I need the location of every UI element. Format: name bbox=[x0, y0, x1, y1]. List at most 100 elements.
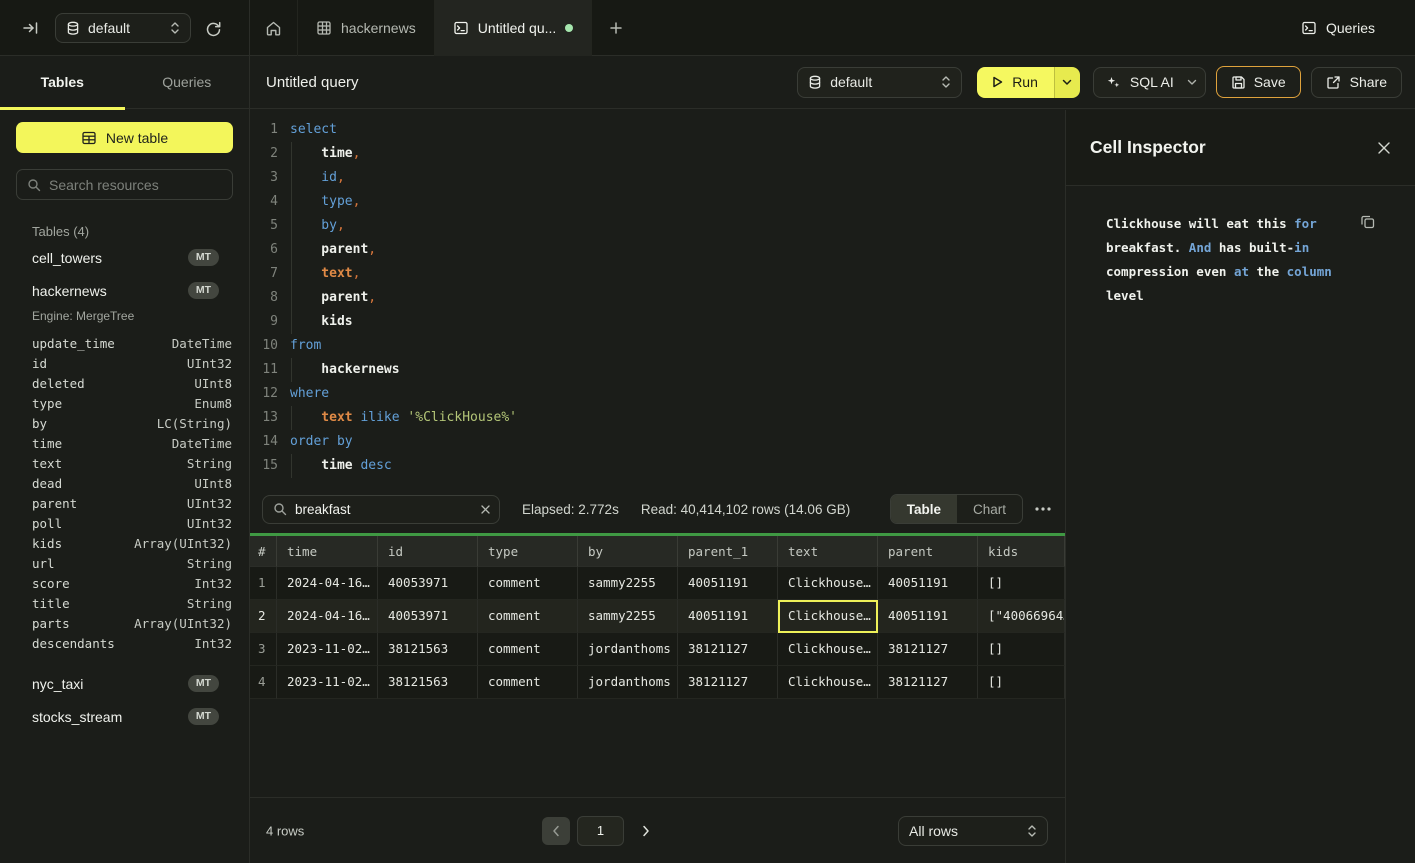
table-cell[interactable]: 40051191 bbox=[678, 600, 778, 633]
search-resources-input[interactable] bbox=[49, 177, 230, 193]
save-button[interactable]: Save bbox=[1216, 66, 1301, 98]
table-cell[interactable]: 40051191 bbox=[878, 600, 978, 633]
code-line[interactable]: 6 parent, bbox=[258, 238, 1065, 262]
table-cell[interactable]: comment bbox=[478, 633, 578, 666]
table-cell[interactable]: Clickhouse… bbox=[778, 600, 878, 633]
table-cell[interactable]: [] bbox=[978, 666, 1065, 699]
column-header[interactable]: # bbox=[250, 536, 277, 567]
table-cell[interactable]: sammy2255 bbox=[578, 567, 678, 600]
table-cell[interactable]: Clickhouse… bbox=[778, 666, 878, 699]
sidebar-table-hackernews[interactable]: hackernews MT bbox=[0, 274, 249, 307]
new-tab-button[interactable] bbox=[592, 0, 640, 56]
query-database-selector[interactable]: default bbox=[797, 67, 962, 98]
table-cell[interactable]: 40053971 bbox=[378, 567, 478, 600]
view-toggle-table[interactable]: Table bbox=[891, 495, 957, 523]
table-cell[interactable]: 2024-04-16… bbox=[277, 567, 378, 600]
sidebar-tab-queries[interactable]: Queries bbox=[125, 56, 250, 108]
column-header[interactable]: by bbox=[578, 536, 678, 567]
sidebar-table-nyc-taxi[interactable]: nyc_taxi MT bbox=[0, 667, 249, 700]
code-line[interactable]: 1select bbox=[258, 118, 1065, 142]
sql-ai-button[interactable]: SQL AI bbox=[1093, 67, 1206, 98]
table-cell[interactable]: 40051191 bbox=[678, 567, 778, 600]
refresh-icon[interactable] bbox=[205, 20, 222, 37]
code-line[interactable]: 4 type, bbox=[258, 190, 1065, 214]
code-line[interactable]: 14order by bbox=[258, 430, 1065, 454]
code-line[interactable]: 8 parent, bbox=[258, 286, 1065, 310]
code-line[interactable]: 11 hackernews bbox=[258, 358, 1065, 382]
row-number[interactable]: 3 bbox=[250, 633, 277, 666]
tab-hackernews[interactable]: hackernews bbox=[298, 0, 435, 56]
sidebar-table-stocks-stream[interactable]: stocks_stream MT bbox=[0, 700, 249, 733]
row-number[interactable]: 4 bbox=[250, 666, 277, 699]
column-header[interactable]: parent_1 bbox=[678, 536, 778, 567]
table-cell[interactable]: 2023-11-02… bbox=[277, 666, 378, 699]
column-header[interactable]: kids bbox=[978, 536, 1065, 567]
table-cell[interactable]: Clickhouse… bbox=[778, 567, 878, 600]
code-line[interactable]: 9 kids bbox=[258, 310, 1065, 334]
table-row[interactable]: 42023-11-02…38121563commentjordanthoms38… bbox=[250, 666, 1065, 699]
table-cell[interactable]: Clickhouse… bbox=[778, 633, 878, 666]
unsaved-changes-dot bbox=[565, 24, 573, 32]
current-page[interactable]: 1 bbox=[577, 816, 624, 846]
table-cell[interactable]: 38121127 bbox=[878, 633, 978, 666]
table-cell[interactable]: 40051191 bbox=[878, 567, 978, 600]
query-title[interactable]: Untitled query bbox=[266, 74, 359, 91]
page-size-selector[interactable]: All rows bbox=[898, 816, 1048, 846]
table-cell[interactable]: 38121127 bbox=[678, 633, 778, 666]
column-header[interactable]: text bbox=[778, 536, 878, 567]
column-header[interactable]: type bbox=[478, 536, 578, 567]
table-cell[interactable]: 38121127 bbox=[678, 666, 778, 699]
row-number[interactable]: 2 bbox=[250, 600, 277, 633]
code-line[interactable]: 3 id, bbox=[258, 166, 1065, 190]
code-line[interactable]: 2 time, bbox=[258, 142, 1065, 166]
table-row[interactable]: 12024-04-16…40053971commentsammy22554005… bbox=[250, 567, 1065, 600]
close-icon[interactable] bbox=[1377, 141, 1391, 155]
share-button[interactable]: Share bbox=[1311, 67, 1402, 98]
column-header[interactable]: id bbox=[378, 536, 478, 567]
table-cell[interactable]: ["40066964… bbox=[978, 600, 1065, 633]
tab-untitled-query[interactable]: Untitled qu... bbox=[435, 0, 593, 56]
code-line[interactable]: 10from bbox=[258, 334, 1065, 358]
tab-home[interactable] bbox=[250, 0, 298, 56]
code-line[interactable]: 13 text ilike '%ClickHouse%' bbox=[258, 406, 1065, 430]
table-cell[interactable]: jordanthoms bbox=[578, 666, 678, 699]
table-cell[interactable]: [] bbox=[978, 567, 1065, 600]
sql-editor[interactable]: 1select2 time,3 id,4 type,5 by,6 parent,… bbox=[250, 110, 1065, 485]
sidebar-table-cell-towers[interactable]: cell_towers MT bbox=[0, 241, 249, 274]
table-cell[interactable]: 38121563 bbox=[378, 666, 478, 699]
row-number[interactable]: 1 bbox=[250, 567, 277, 600]
table-cell[interactable]: jordanthoms bbox=[578, 633, 678, 666]
next-page-button[interactable] bbox=[642, 825, 650, 837]
view-toggle-chart[interactable]: Chart bbox=[957, 495, 1022, 523]
column-header[interactable]: parent bbox=[878, 536, 978, 567]
run-button[interactable]: Run bbox=[977, 67, 1054, 98]
collapse-sidebar-icon[interactable] bbox=[22, 20, 39, 36]
code-line[interactable]: 15 time desc bbox=[258, 454, 1065, 478]
table-cell[interactable]: 38121563 bbox=[378, 633, 478, 666]
queries-button[interactable]: Queries bbox=[1301, 0, 1375, 56]
table-cell[interactable]: comment bbox=[478, 666, 578, 699]
more-options-icon[interactable] bbox=[1035, 507, 1051, 511]
table-cell[interactable]: [] bbox=[978, 633, 1065, 666]
table-cell[interactable]: 2024-04-16… bbox=[277, 600, 378, 633]
run-options-dropdown[interactable] bbox=[1054, 67, 1080, 98]
table-cell[interactable]: 2023-11-02… bbox=[277, 633, 378, 666]
table-row[interactable]: 32023-11-02…38121563commentjordanthoms38… bbox=[250, 633, 1065, 666]
database-selector[interactable]: default bbox=[55, 13, 191, 43]
table-cell[interactable]: sammy2255 bbox=[578, 600, 678, 633]
column-header[interactable]: time bbox=[277, 536, 378, 567]
table-cell[interactable]: 40053971 bbox=[378, 600, 478, 633]
code-line[interactable]: 7 text, bbox=[258, 262, 1065, 286]
code-line[interactable]: 12where bbox=[258, 382, 1065, 406]
table-cell[interactable]: 38121127 bbox=[878, 666, 978, 699]
sidebar-tab-tables[interactable]: Tables bbox=[0, 56, 125, 108]
table-cell[interactable]: comment bbox=[478, 600, 578, 633]
chevron-down-icon[interactable] bbox=[1187, 79, 1197, 86]
clear-search-icon[interactable] bbox=[480, 504, 491, 515]
table-row[interactable]: 22024-04-16…40053971commentsammy22554005… bbox=[250, 600, 1065, 633]
prev-page-button[interactable] bbox=[542, 817, 570, 845]
code-line[interactable]: 5 by, bbox=[258, 214, 1065, 238]
results-search-input[interactable] bbox=[295, 502, 472, 517]
new-table-button[interactable]: New table bbox=[16, 122, 233, 153]
table-cell[interactable]: comment bbox=[478, 567, 578, 600]
